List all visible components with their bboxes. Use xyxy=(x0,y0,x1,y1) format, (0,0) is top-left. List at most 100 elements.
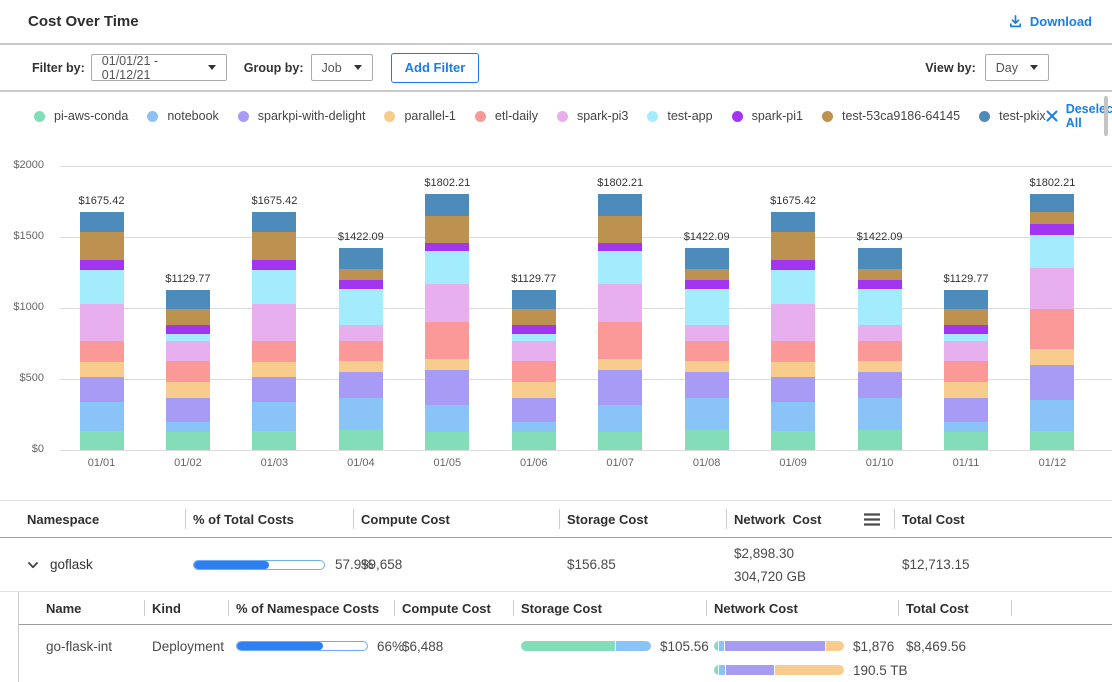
bar-segment-spark-pi1[interactable] xyxy=(771,260,815,271)
legend-item-parallel-1[interactable]: parallel-1 xyxy=(384,109,455,123)
bar-segment-test-pkix[interactable] xyxy=(512,290,556,309)
bar-segment-spark-pi1[interactable] xyxy=(944,325,988,335)
bar-segment-test-53ca9186-64145[interactable] xyxy=(598,216,642,243)
bar-segment-test-app[interactable] xyxy=(598,251,642,284)
bar-segment-parallel-1[interactable] xyxy=(252,362,296,377)
bar-segment-sparkpi-with-delight[interactable] xyxy=(685,372,729,399)
bar-segment-notebook[interactable] xyxy=(944,422,988,432)
bar-segment-test-53ca9186-64145[interactable] xyxy=(858,269,902,280)
stacked-bar-01/12[interactable] xyxy=(1030,194,1074,450)
bar-segment-spark-pi3[interactable] xyxy=(512,341,556,360)
bar-segment-test-app[interactable] xyxy=(512,334,556,341)
stacked-bar-01/10[interactable] xyxy=(858,248,902,450)
bar-segment-sparkpi-with-delight[interactable] xyxy=(252,377,296,402)
bar-segment-parallel-1[interactable] xyxy=(771,362,815,377)
namespace-cell[interactable]: goflask xyxy=(0,557,185,572)
bar-segment-etl-daily[interactable] xyxy=(252,341,296,362)
stacked-bar-01/04[interactable] xyxy=(339,248,383,450)
legend-item-notebook[interactable]: notebook xyxy=(147,109,218,123)
bar-segment-test-pkix[interactable] xyxy=(252,212,296,232)
bar-segment-notebook[interactable] xyxy=(1030,400,1074,431)
table-row-go-flask-int[interactable]: go-flask-int Deployment 66% $6,488 $105.… xyxy=(19,625,1112,682)
legend-item-sparkpi-with-delight[interactable]: sparkpi-with-delight xyxy=(238,109,366,123)
bar-segment-sparkpi-with-delight[interactable] xyxy=(339,372,383,399)
stacked-bar-01/01[interactable] xyxy=(80,212,124,450)
bar-segment-parallel-1[interactable] xyxy=(166,382,210,398)
bar-segment-spark-pi3[interactable] xyxy=(858,325,902,341)
bar-segment-etl-daily[interactable] xyxy=(1030,309,1074,348)
bar-segment-parallel-1[interactable] xyxy=(425,359,469,370)
bar-segment-parallel-1[interactable] xyxy=(339,361,383,372)
bar-segment-etl-daily[interactable] xyxy=(944,361,988,382)
bar-segment-test-app[interactable] xyxy=(425,251,469,284)
bar-segment-parallel-1[interactable] xyxy=(858,361,902,372)
bar-segment-spark-pi1[interactable] xyxy=(512,325,556,335)
bar-segment-spark-pi3[interactable] xyxy=(252,304,296,342)
bar-segment-test-53ca9186-64145[interactable] xyxy=(771,232,815,260)
menu-icon[interactable] xyxy=(862,512,882,527)
bar-segment-test-pkix[interactable] xyxy=(425,194,469,216)
table-row-goflask[interactable]: goflask 57.9% $9,658 $156.85 $2,898.30 3… xyxy=(0,538,1112,592)
bar-segment-sparkpi-with-delight[interactable] xyxy=(598,370,642,404)
stacked-bar-01/07[interactable] xyxy=(598,194,642,450)
bar-segment-test-app[interactable] xyxy=(252,270,296,303)
bar-segment-sparkpi-with-delight[interactable] xyxy=(858,372,902,399)
bar-segment-sparkpi-with-delight[interactable] xyxy=(944,398,988,422)
bar-segment-etl-daily[interactable] xyxy=(166,361,210,382)
stacked-bar-01/05[interactable] xyxy=(425,194,469,450)
bar-segment-test-app[interactable] xyxy=(166,334,210,341)
bar-segment-sparkpi-with-delight[interactable] xyxy=(425,370,469,404)
bar-segment-pi-aws-conda[interactable] xyxy=(944,432,988,450)
bar-segment-pi-aws-conda[interactable] xyxy=(80,431,124,450)
bar-segment-test-pkix[interactable] xyxy=(858,248,902,269)
bar-segment-test-pkix[interactable] xyxy=(944,290,988,309)
bar-segment-spark-pi3[interactable] xyxy=(80,304,124,342)
bar-segment-notebook[interactable] xyxy=(252,402,296,431)
stacked-bar-01/06[interactable] xyxy=(512,290,556,450)
bar-segment-pi-aws-conda[interactable] xyxy=(425,432,469,450)
bar-segment-pi-aws-conda[interactable] xyxy=(1030,431,1074,450)
bar-segment-notebook[interactable] xyxy=(512,422,556,432)
bar-segment-spark-pi1[interactable] xyxy=(80,260,124,271)
bar-segment-test-app[interactable] xyxy=(80,270,124,303)
bar-segment-sparkpi-with-delight[interactable] xyxy=(166,398,210,422)
bar-segment-etl-daily[interactable] xyxy=(425,322,469,359)
bar-segment-test-app[interactable] xyxy=(944,334,988,341)
bar-segment-test-app[interactable] xyxy=(858,289,902,325)
bar-segment-notebook[interactable] xyxy=(598,405,642,432)
bar-segment-etl-daily[interactable] xyxy=(339,341,383,361)
bar-segment-spark-pi1[interactable] xyxy=(685,280,729,289)
bar-segment-spark-pi3[interactable] xyxy=(1030,268,1074,309)
bar-segment-parallel-1[interactable] xyxy=(1030,349,1074,365)
bar-segment-test-pkix[interactable] xyxy=(80,212,124,232)
bar-segment-test-pkix[interactable] xyxy=(685,248,729,269)
bar-segment-notebook[interactable] xyxy=(858,398,902,429)
bar-segment-test-53ca9186-64145[interactable] xyxy=(685,269,729,280)
bar-segment-pi-aws-conda[interactable] xyxy=(685,430,729,450)
bar-segment-test-53ca9186-64145[interactable] xyxy=(944,309,988,324)
bar-segment-pi-aws-conda[interactable] xyxy=(252,431,296,450)
bar-segment-pi-aws-conda[interactable] xyxy=(598,432,642,450)
legend-item-test-pkix[interactable]: test-pkix xyxy=(979,109,1046,123)
add-filter-button[interactable]: Add Filter xyxy=(391,53,480,83)
stacked-bar-01/11[interactable] xyxy=(944,290,988,450)
stacked-bar-01/03[interactable] xyxy=(252,212,296,450)
bar-segment-test-53ca9186-64145[interactable] xyxy=(166,309,210,324)
bar-segment-parallel-1[interactable] xyxy=(685,361,729,372)
bar-segment-test-53ca9186-64145[interactable] xyxy=(425,216,469,243)
bar-segment-notebook[interactable] xyxy=(425,405,469,432)
bar-segment-etl-daily[interactable] xyxy=(771,341,815,362)
bar-segment-spark-pi3[interactable] xyxy=(685,325,729,341)
bar-segment-etl-daily[interactable] xyxy=(598,322,642,359)
bar-segment-test-pkix[interactable] xyxy=(771,212,815,232)
bar-segment-spark-pi3[interactable] xyxy=(771,304,815,342)
stacked-bar-01/08[interactable] xyxy=(685,248,729,450)
group-by-select[interactable]: Job xyxy=(311,54,373,81)
bar-segment-spark-pi3[interactable] xyxy=(339,325,383,341)
bar-segment-notebook[interactable] xyxy=(80,402,124,431)
bar-segment-notebook[interactable] xyxy=(771,402,815,431)
view-by-select[interactable]: Day xyxy=(985,54,1049,81)
date-range-select[interactable]: 01/01/21 - 01/12/21 xyxy=(91,54,227,81)
bar-segment-spark-pi3[interactable] xyxy=(166,341,210,360)
bar-segment-test-app[interactable] xyxy=(771,270,815,303)
